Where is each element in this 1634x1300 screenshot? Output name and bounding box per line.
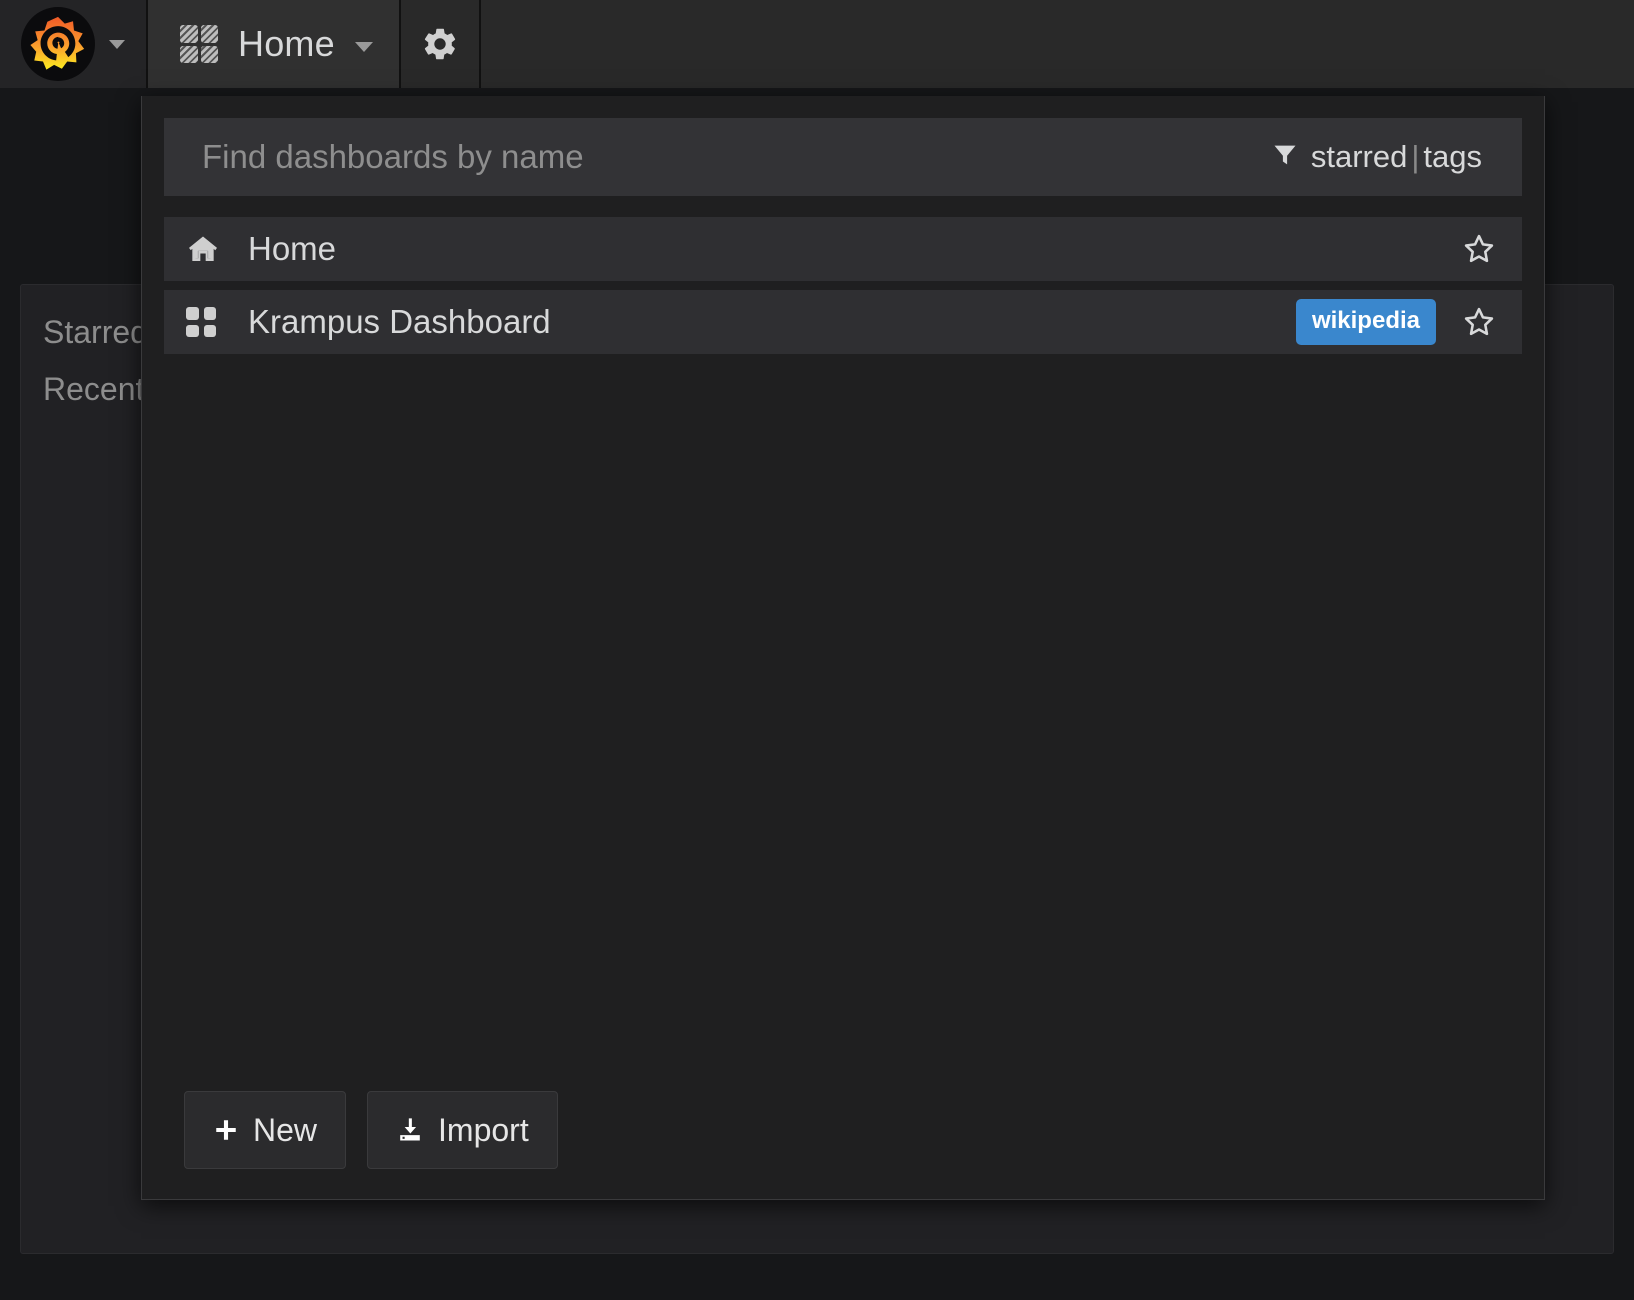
search-result-row-krampus-dashboard[interactable]: Krampus Dashboard wikipedia [164,290,1522,354]
dropdown-spacer [164,363,1522,1091]
gear-icon [421,25,459,63]
dashboard-grid-icon [186,307,226,337]
search-results-list: Home Krampus Dashboard wikipedia [164,217,1522,363]
result-title: Home [248,230,337,267]
tag-badge-wikipedia[interactable]: wikipedia [1295,299,1436,345]
import-button-label: Import [438,1111,529,1148]
nav-title: Home [238,23,335,64]
nav-dashboard-home[interactable]: Home [148,0,401,88]
nav-chevron-down-icon [354,42,373,52]
filter-funnel-icon [1271,141,1299,174]
dashboard-grid-icon [180,25,218,63]
brand-chevron-down-icon [109,39,125,49]
search-bar: starred|tags [164,118,1522,196]
star-toggle-button[interactable] [1458,304,1500,340]
dashboard-settings-button[interactable] [401,0,481,88]
search-filters: starred | tags [1271,139,1500,175]
bg-section-starred: Starred [43,314,148,350]
filter-separator: | [1411,139,1420,174]
dashboard-search-dropdown: starred|tags Home [141,96,1545,1200]
star-outline-icon [1461,304,1497,340]
filter-links: starred | tags [1311,139,1482,175]
star-outline-icon [1461,231,1497,267]
navbar-spacer [481,0,1634,88]
grafana-app: Home Starred Recently Find dashboards by… [0,0,1634,1300]
star-toggle-button[interactable] [1458,231,1500,267]
home-icon [186,233,226,265]
filter-tags-link[interactable]: tags [1423,139,1482,174]
result-title: Krampus Dashboard [248,303,551,340]
grafana-logo-icon[interactable] [21,7,95,81]
new-button-label: New [253,1111,318,1148]
import-dashboard-button[interactable]: Import [367,1091,558,1169]
search-input[interactable] [202,138,1271,176]
brand-menu-button[interactable] [0,0,148,88]
search-result-row-home[interactable]: Home [164,217,1522,281]
new-dashboard-button[interactable]: New [184,1091,347,1169]
plus-icon [213,1117,239,1143]
dropdown-action-bar: New Import [164,1091,1522,1177]
filter-starred-link[interactable]: starred [1311,139,1407,174]
top-navbar: Home [0,0,1634,88]
import-download-icon [396,1116,424,1144]
